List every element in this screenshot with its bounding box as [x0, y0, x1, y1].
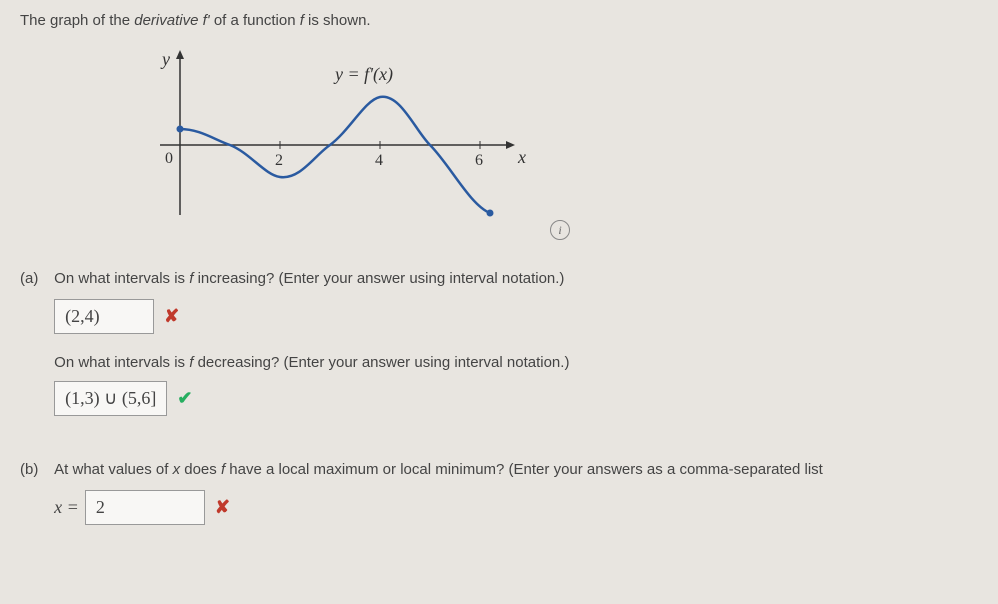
tick-label-6: 6 [475, 152, 483, 169]
graph-svg: y x 0 2 4 6 y = f'(x) [140, 45, 540, 245]
part-b: (b) At what values of x does f have a lo… [20, 461, 978, 545]
header-suffix: is shown. [304, 12, 371, 29]
y-axis-label: y [160, 49, 170, 69]
qb-mid: does [180, 461, 221, 478]
part-a-q2: On what intervals is f decreasing? (Ente… [54, 354, 977, 371]
info-icon[interactable]: i [550, 220, 570, 240]
answer-input-a1[interactable]: (2,4) [54, 299, 154, 334]
wrong-icon: ✘ [164, 306, 179, 327]
part-b-label: (b) [20, 461, 50, 478]
part-b-q: At what values of x does f have a local … [54, 461, 977, 478]
info-glyph: i [558, 223, 561, 238]
answer-row-a1: (2,4) ✘ [54, 299, 977, 334]
answer-input-a2[interactable]: (1,3) ∪ (5,6] [54, 381, 167, 416]
answer-b-value: 2 [96, 497, 105, 518]
y-axis-arrow [176, 50, 184, 59]
correct-icon: ✔ [177, 388, 192, 409]
curve-label: y = f'(x) [333, 64, 393, 85]
part-a: (a) On what intervals is f increasing? (… [20, 270, 978, 436]
qb-x: x [173, 461, 181, 478]
curve-end-point [487, 210, 494, 217]
answer-input-b[interactable]: 2 [85, 490, 205, 525]
q1-suffix: increasing? (Enter your answer using int… [193, 270, 564, 287]
part-a-q1: On what intervals is f increasing? (Ente… [54, 270, 977, 287]
header-prefix: The graph of the [20, 12, 134, 29]
header-mid: of a function [210, 12, 300, 29]
q1-prefix: On what intervals is [54, 270, 189, 287]
qb-prefix: At what values of [54, 461, 172, 478]
tick-label-2: 2 [275, 152, 283, 169]
wrong-icon: ✘ [215, 497, 230, 518]
curve-fprime [180, 97, 490, 213]
x-axis-arrow [506, 141, 515, 149]
header-derivative: derivative f' [134, 12, 209, 29]
x-axis-label: x [517, 147, 526, 167]
answer-a1-value: (2,4) [65, 306, 100, 327]
origin-label: 0 [165, 150, 173, 167]
x-equals-label: x = [54, 497, 79, 518]
problem-statement: The graph of the derivative f' of a func… [20, 12, 978, 37]
answer-row-b: x = 2 ✘ [54, 490, 977, 525]
derivative-graph: y x 0 2 4 6 y = f'(x) i [140, 45, 540, 245]
tick-label-4: 4 [375, 152, 383, 169]
q2-prefix: On what intervals is [54, 354, 189, 371]
answer-row-a2: (1,3) ∪ (5,6] ✔ [54, 381, 977, 416]
q2-suffix: decreasing? (Enter your answer using int… [193, 354, 569, 371]
part-a-label: (a) [20, 270, 50, 287]
answer-a2-value: (1,3) ∪ (5,6] [65, 388, 156, 409]
qb-suffix: have a local maximum or local minimum? (… [225, 461, 823, 478]
curve-start-point [177, 126, 184, 133]
